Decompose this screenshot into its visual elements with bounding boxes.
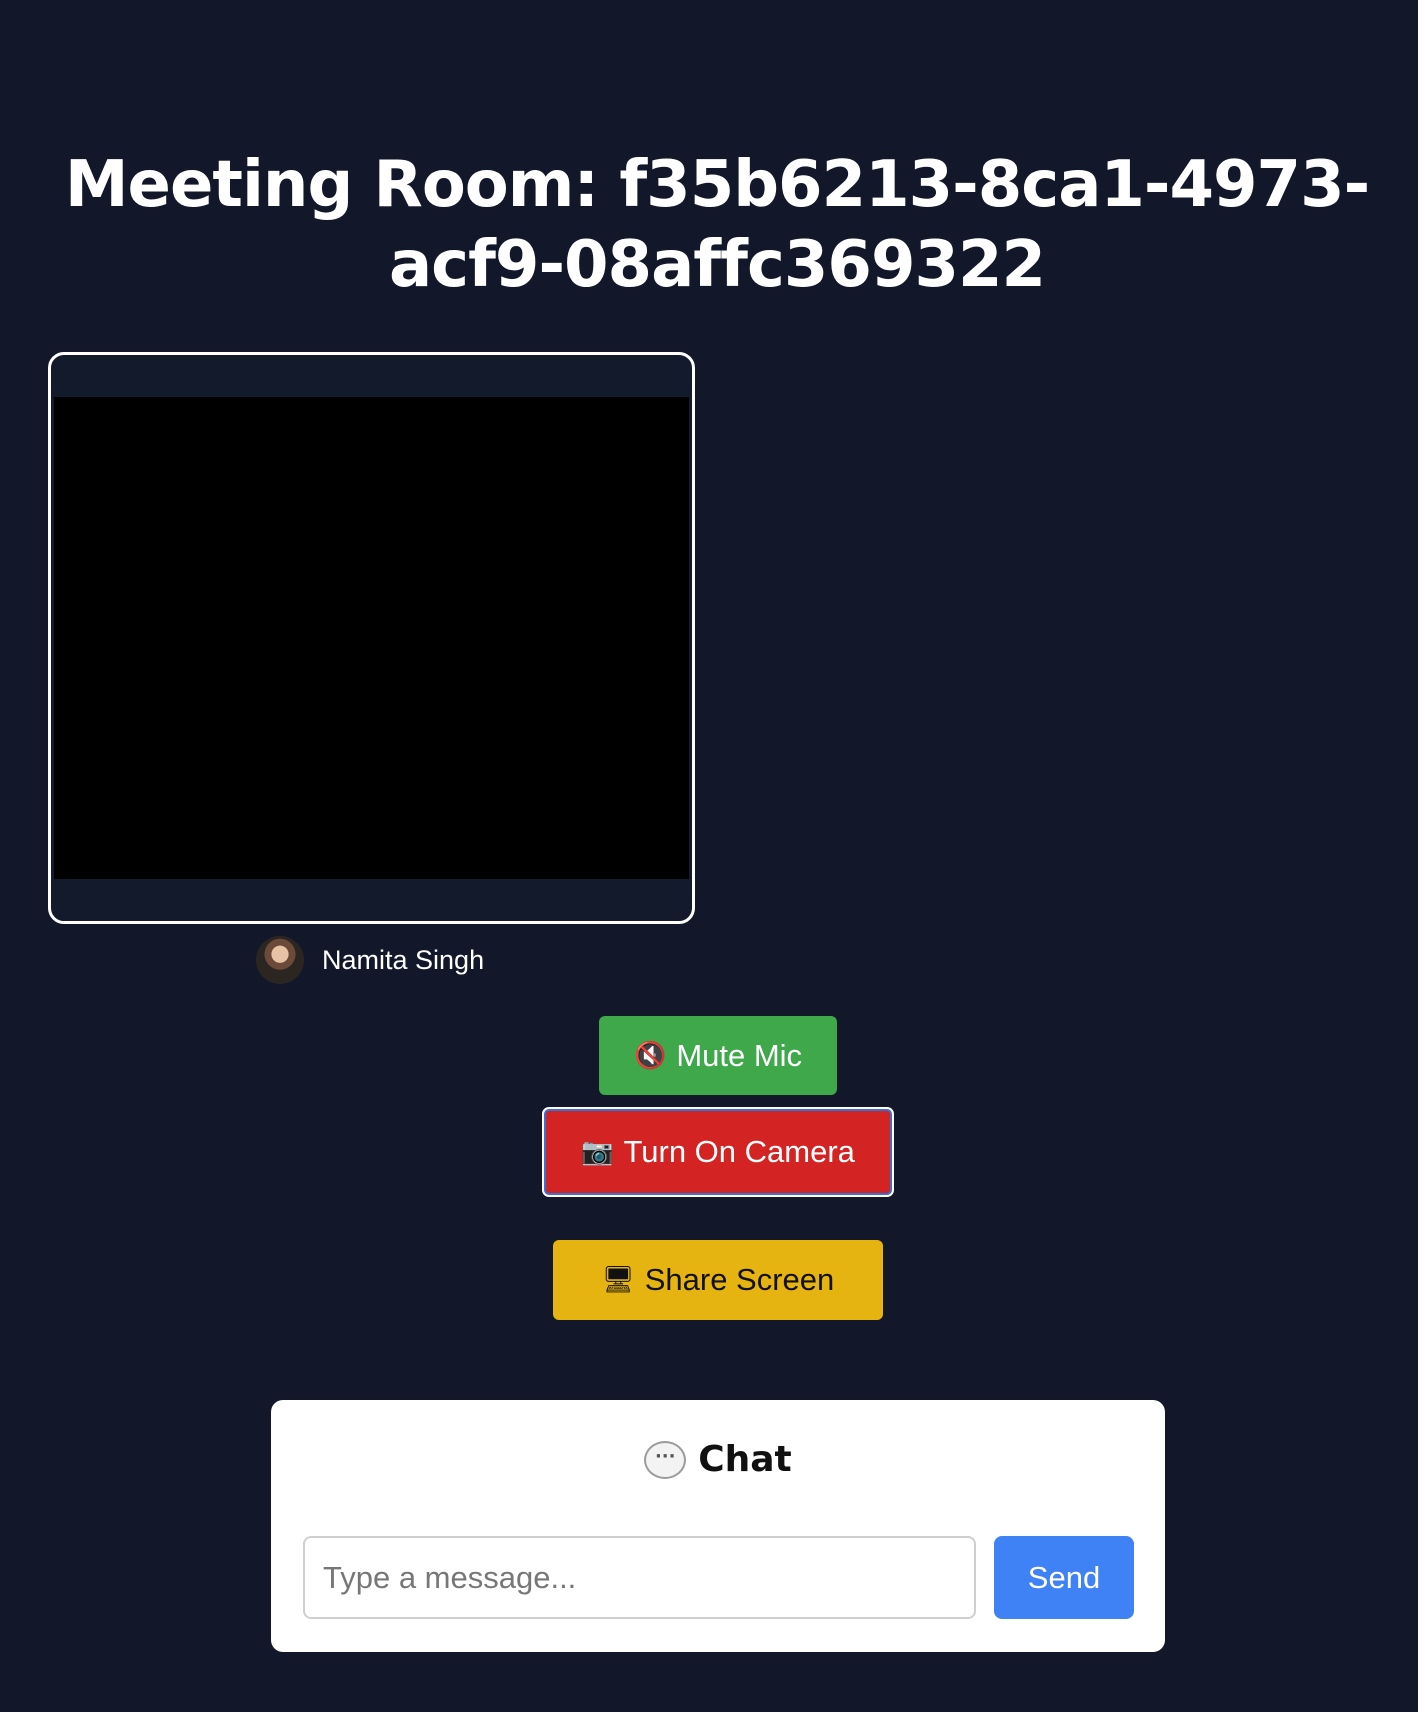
monitor-icon: 🖥 bbox=[601, 1265, 635, 1295]
mute-mic-label: Mute Mic bbox=[676, 1037, 803, 1073]
chat-message-input[interactable] bbox=[303, 1536, 976, 1619]
muted-speaker-icon: 🔇 bbox=[633, 1040, 667, 1071]
chat-title-label: Chat bbox=[698, 1439, 792, 1480]
page-title: Meeting Room: f35b6213-8ca1-4973-acf9-08… bbox=[64, 148, 1370, 302]
camera-icon: 📷 bbox=[581, 1137, 614, 1167]
chat-panel: ··· Chat Send bbox=[271, 1400, 1165, 1652]
send-button[interactable]: Send bbox=[994, 1536, 1134, 1619]
participant-name: Namita Singh bbox=[322, 944, 485, 975]
turn-on-camera-label: Turn On Camera bbox=[623, 1134, 855, 1169]
speech-bubble-icon: ··· bbox=[644, 1441, 687, 1479]
mute-mic-button[interactable]: 🔇 Mute Mic bbox=[599, 1016, 837, 1095]
meeting-page: Meeting Room: f35b6213-8ca1-4973-acf9-08… bbox=[0, 0, 1418, 1712]
participant-label: Namita Singh bbox=[256, 935, 484, 985]
video-tile bbox=[48, 352, 695, 924]
share-screen-button[interactable]: 🖥 Share Screen bbox=[553, 1240, 883, 1320]
avatar bbox=[256, 936, 304, 984]
video-feed bbox=[54, 397, 689, 879]
share-screen-label: Share Screen bbox=[644, 1262, 835, 1297]
chat-title: ··· Chat bbox=[271, 1438, 1165, 1482]
turn-on-camera-button[interactable]: 📷 Turn On Camera bbox=[542, 1107, 894, 1197]
